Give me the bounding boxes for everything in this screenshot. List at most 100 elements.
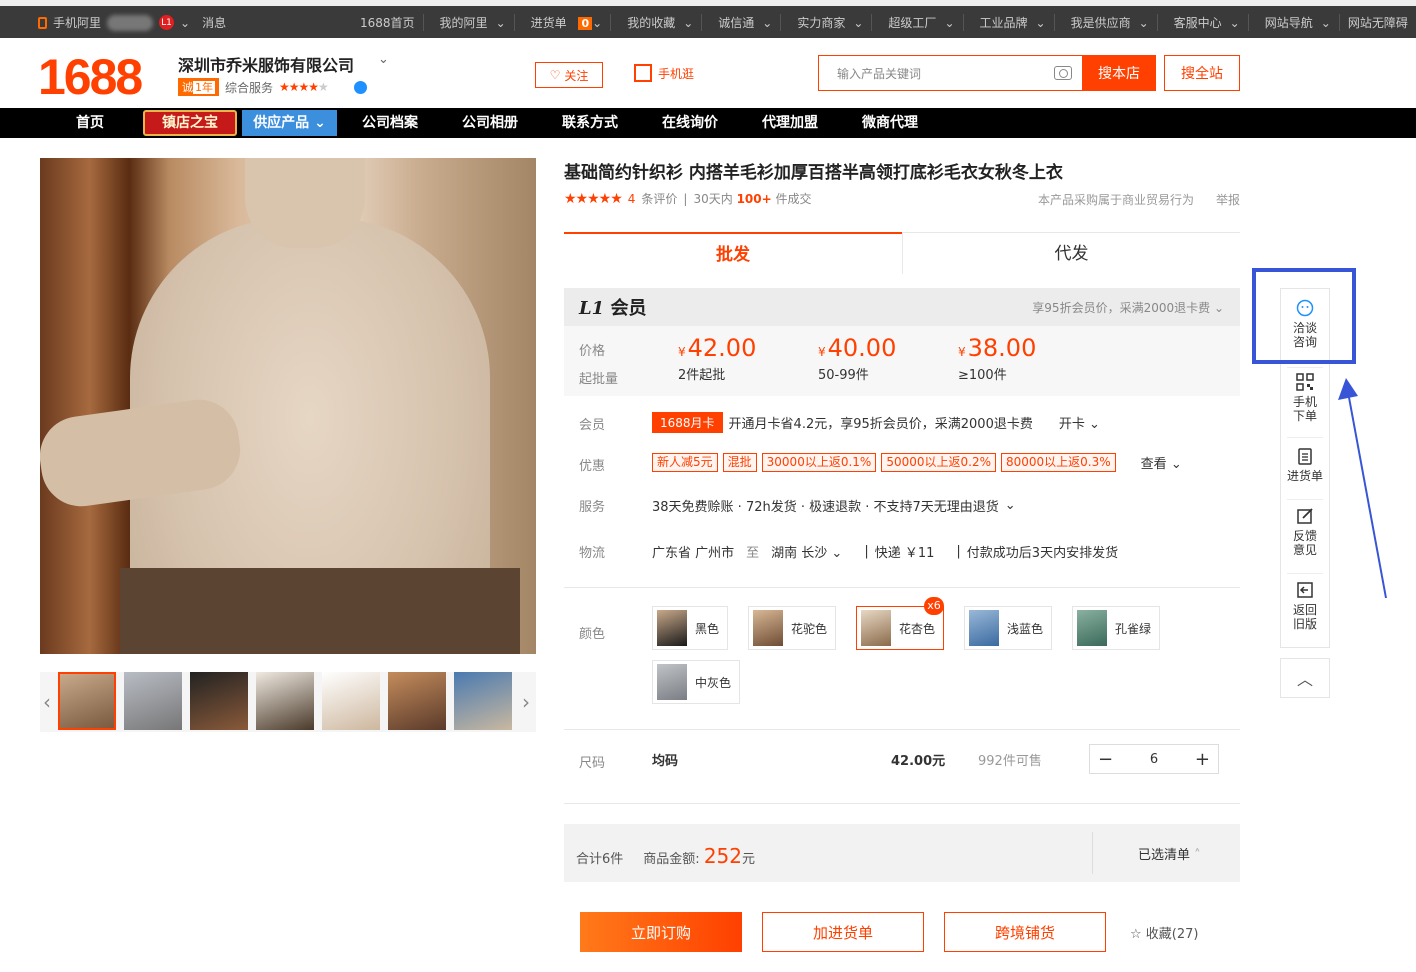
nav-products[interactable]: 供应产品 ⌄ bbox=[242, 110, 337, 136]
toplink-cart[interactable]: 进货单 0 ⌄ bbox=[513, 14, 611, 31]
quantity-input[interactable]: 6 bbox=[1150, 752, 1158, 767]
toplink-accessibility[interactable]: 网站无障碍 bbox=[1338, 14, 1416, 31]
search-store-button[interactable]: 搜本店 bbox=[1082, 55, 1156, 91]
promo-more-link[interactable]: 查看 ⌄ bbox=[1141, 453, 1182, 472]
nav-album[interactable]: 公司相册 bbox=[440, 108, 540, 138]
toplink-home[interactable]: 1688首页 bbox=[352, 14, 423, 31]
follow-button[interactable]: ♡ 关注 bbox=[535, 62, 603, 88]
header: 1688 深圳市乔米服饰有限公司 ⌄ 诚 1年 综合服务 ★★★★★ ♡ 关注 手… bbox=[0, 38, 1416, 108]
sold-info: 30天内 100+ 件成交 bbox=[693, 190, 811, 207]
color-option[interactable]: 孔雀绿 bbox=[1072, 606, 1160, 650]
heart-plus-icon: ♡ bbox=[549, 68, 561, 82]
toplink-factory[interactable]: 超级工厂 ⌄ bbox=[871, 14, 962, 31]
service-attr[interactable]: 38天免费赊账 · 72h发货 · 极速退款 · 不支持7天无理由退货 ⌄ bbox=[652, 496, 1016, 515]
toplink-my-ali[interactable]: 我的阿里 ⌄ bbox=[422, 14, 514, 31]
side-mobile-order[interactable]: 手机下单 bbox=[1281, 373, 1329, 423]
chengxin-label: 诚 bbox=[182, 81, 193, 94]
price-tier: ¥40.00 50-99件 bbox=[818, 334, 896, 383]
toplink-favorites[interactable]: 我的收藏 ⌄ bbox=[610, 14, 701, 31]
tab-wholesale[interactable]: 批发 bbox=[564, 232, 902, 274]
review-label[interactable]: 条评价 bbox=[641, 190, 677, 207]
add-to-cart-button[interactable]: 加进货单 bbox=[762, 912, 924, 952]
top-bar-left: 手机阿里 L1 ⌄ 消息 bbox=[38, 14, 226, 31]
cross-border-button[interactable]: 跨境铺货 bbox=[944, 912, 1106, 952]
selected-list-toggle[interactable]: 已选清单 ˄ bbox=[1138, 844, 1201, 863]
nav-featured[interactable]: 镇店之宝 bbox=[143, 110, 237, 136]
side-feedback[interactable]: 反馈意见 bbox=[1281, 507, 1329, 557]
coupon-badge[interactable]: 30000以上返0.1% bbox=[761, 453, 877, 472]
toplink-brand[interactable]: 工业品牌 ⌄ bbox=[962, 14, 1054, 31]
search-site-button[interactable]: 搜全站 bbox=[1164, 55, 1240, 91]
search-input[interactable]: 输入产品关键词 bbox=[818, 55, 1082, 91]
plus-button[interactable]: + bbox=[1195, 749, 1210, 770]
messages-link[interactable]: 消息 bbox=[202, 14, 226, 31]
color-label: 颜色 bbox=[579, 627, 606, 642]
mobile-icon bbox=[38, 16, 47, 29]
thumbnail[interactable] bbox=[388, 672, 446, 730]
divider bbox=[1092, 832, 1093, 874]
nav-contact[interactable]: 联系方式 bbox=[540, 108, 640, 138]
coupon-badge[interactable]: 50000以上返0.2% bbox=[881, 453, 996, 472]
buy-now-button[interactable]: 立即订购 bbox=[580, 912, 742, 952]
color-option-selected[interactable]: 花杏色 x6 bbox=[856, 597, 944, 650]
side-cart[interactable]: 进货单 bbox=[1281, 447, 1329, 483]
order-summary: 合计6件 商品金额: 252元 已选清单 ˄ bbox=[564, 824, 1240, 882]
price-tier: ¥38.00 ≥100件 bbox=[958, 334, 1036, 383]
coupon-badge[interactable]: 混批 bbox=[722, 453, 757, 472]
toplink-merchants[interactable]: 实力商家 ⌄ bbox=[780, 14, 871, 31]
toplink-sitenav[interactable]: 网站导航 ⌄ bbox=[1247, 14, 1339, 31]
service-stars: ★★★★★ bbox=[279, 80, 329, 94]
logo[interactable]: 1688 bbox=[38, 48, 143, 106]
thumbnail[interactable] bbox=[454, 672, 512, 730]
toplink-chengxin[interactable]: 诚信通 ⌄ bbox=[701, 14, 780, 31]
size-value: 均码 bbox=[652, 754, 679, 769]
username-blurred[interactable] bbox=[107, 14, 154, 31]
color-swatch bbox=[861, 610, 891, 646]
report-link[interactable]: 举报 bbox=[1216, 191, 1240, 208]
thumbnail[interactable] bbox=[58, 672, 116, 730]
color-option[interactable]: 黑色 bbox=[652, 606, 728, 650]
toplink-supplier[interactable]: 我是供应商 ⌄ bbox=[1053, 14, 1157, 31]
thumbnail[interactable] bbox=[190, 672, 248, 730]
wangwang-icon[interactable] bbox=[353, 80, 367, 94]
thumbnail[interactable] bbox=[256, 672, 314, 730]
chevron-right-icon[interactable]: › bbox=[522, 690, 530, 714]
nav-home[interactable]: 首页 bbox=[50, 108, 130, 138]
mobile-shop-link[interactable]: 手机逛 bbox=[634, 64, 694, 82]
mobile-link[interactable]: 手机阿里 bbox=[53, 14, 101, 31]
tier-price: ¥40.00 bbox=[818, 334, 896, 362]
back-to-top-button[interactable]: ︿ bbox=[1280, 658, 1330, 698]
minus-button[interactable]: − bbox=[1098, 749, 1113, 770]
nav-agent[interactable]: 代理加盟 bbox=[740, 108, 840, 138]
tab-dropship[interactable]: 代发 bbox=[902, 232, 1240, 274]
open-card-link[interactable]: 开卡 ⌄ bbox=[1059, 413, 1100, 432]
review-count[interactable]: 4 bbox=[628, 192, 636, 206]
sold-number: 100+ bbox=[736, 192, 772, 206]
company-name[interactable]: 深圳市乔米服饰有限公司 bbox=[178, 52, 354, 76]
chevron-down-icon[interactable]: ⌄ bbox=[180, 16, 190, 30]
coupon-badge[interactable]: 新人减5元 bbox=[652, 453, 718, 472]
toplink-label: 我的收藏 bbox=[627, 16, 676, 30]
thumbnail[interactable] bbox=[322, 672, 380, 730]
side-old-version[interactable]: 返回旧版 bbox=[1281, 581, 1329, 631]
nav-inquiry[interactable]: 在线询价 bbox=[640, 108, 740, 138]
thumbnail[interactable] bbox=[124, 672, 182, 730]
favorite-button[interactable]: ☆ 收藏(27) bbox=[1130, 923, 1198, 942]
chevron-left-icon[interactable]: ‹ bbox=[43, 690, 51, 714]
product-main-image[interactable] bbox=[40, 158, 536, 654]
coupon-badge[interactable]: 80000以上返0.3% bbox=[1001, 453, 1116, 472]
chevron-down-icon[interactable]: ⌄ bbox=[378, 52, 389, 67]
ship-to-select[interactable]: 湖南 长沙 ⌄ bbox=[771, 542, 842, 561]
camera-icon[interactable] bbox=[1054, 66, 1072, 80]
color-option[interactable]: 浅蓝色 bbox=[964, 606, 1052, 650]
mobile-shop-label: 手机逛 bbox=[658, 66, 695, 81]
price-tier: ¥42.00 2件起批 bbox=[678, 334, 756, 383]
currency: ¥ bbox=[958, 345, 966, 359]
color-option[interactable]: 中灰色 bbox=[652, 660, 740, 704]
nav-profile[interactable]: 公司档案 bbox=[340, 108, 440, 138]
toplink-service[interactable]: 客服中心 ⌄ bbox=[1156, 14, 1248, 31]
nav-products-label: 供应产品 bbox=[253, 115, 310, 131]
nav-wechat-agent[interactable]: 微商代理 bbox=[840, 108, 940, 138]
member-note[interactable]: 享95折会员价，采满2000退卡费 ⌄ bbox=[1032, 299, 1224, 316]
color-option[interactable]: 花驼色 bbox=[748, 606, 836, 650]
